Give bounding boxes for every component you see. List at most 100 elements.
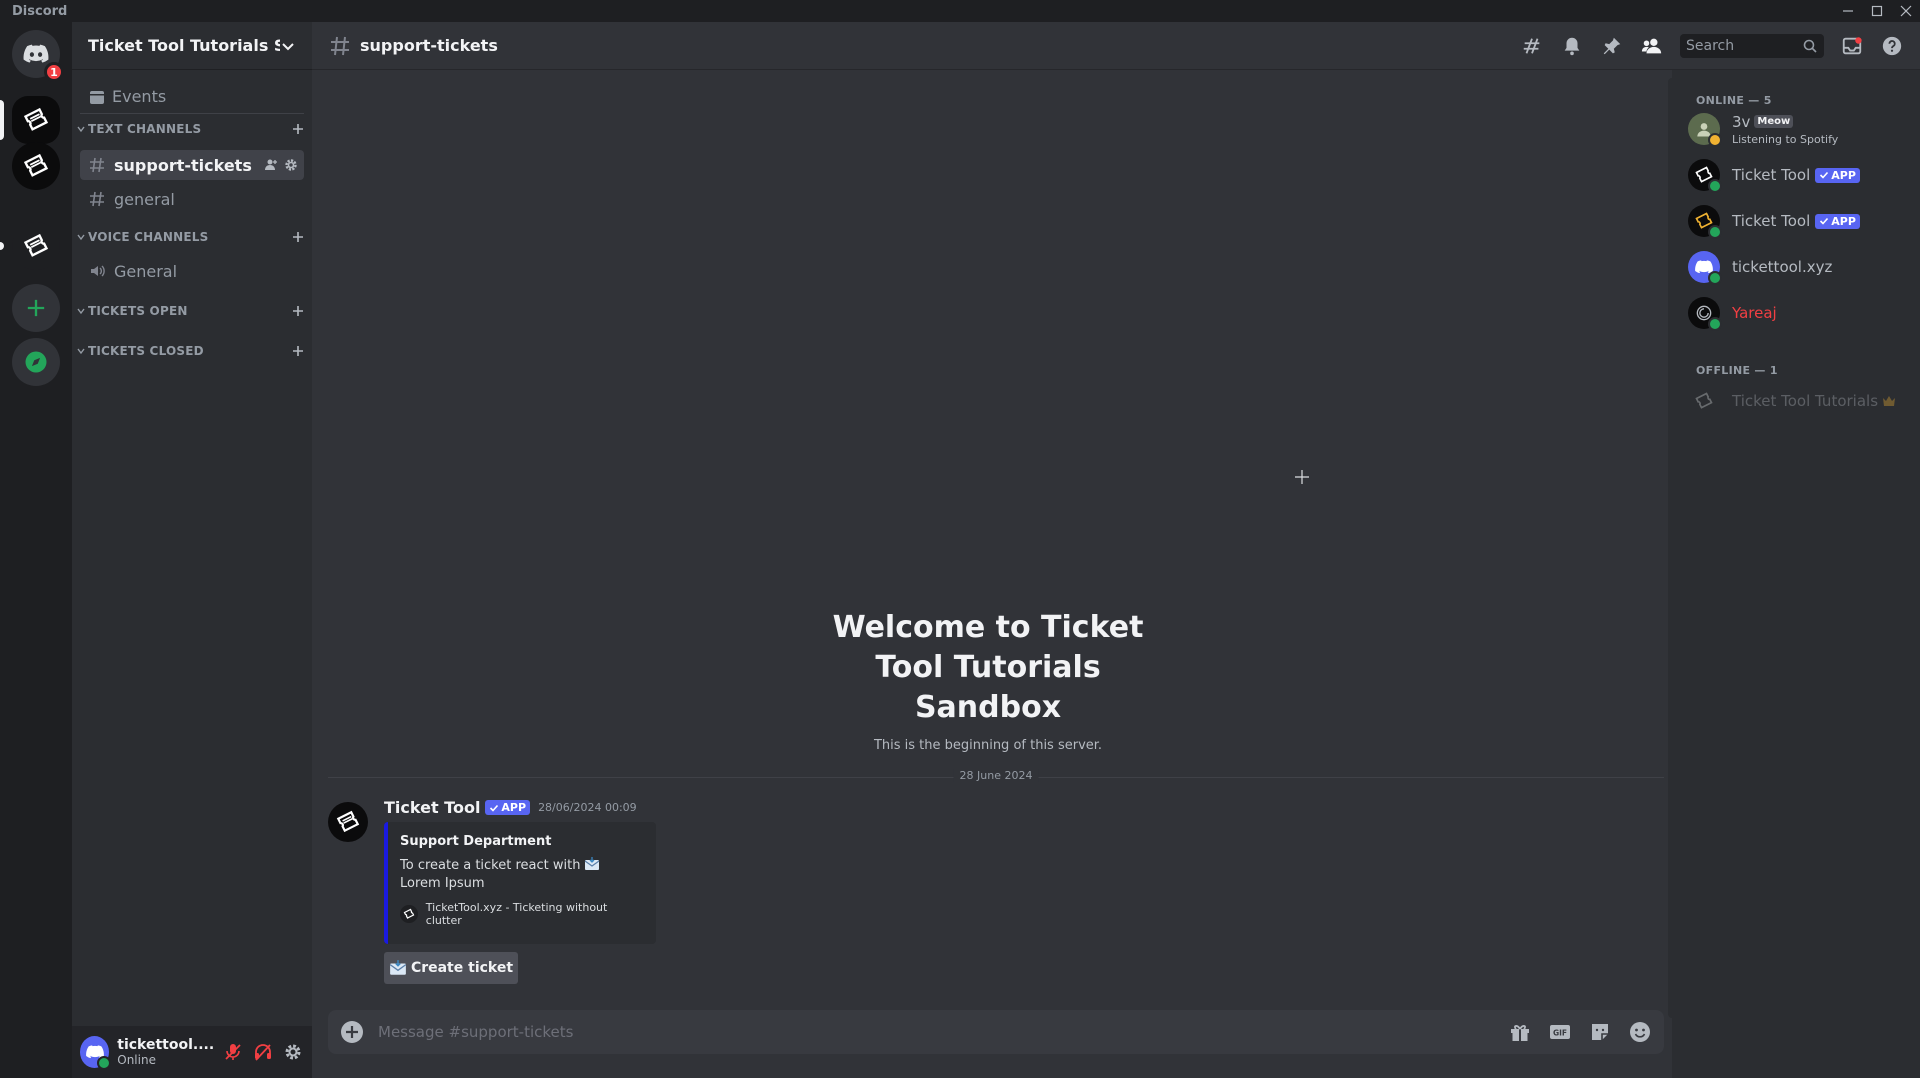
notification-badge: 1 xyxy=(44,62,64,82)
member-3v[interactable]: 3v Meow Listening to Spotify xyxy=(1688,108,1912,150)
threads-button[interactable] xyxy=(1520,34,1544,58)
maximize-icon[interactable] xyxy=(1863,0,1891,22)
create-ticket-button[interactable]: Create ticket xyxy=(384,952,518,984)
date-divider-label: 28 June 2024 xyxy=(953,769,1039,782)
ticket-icon xyxy=(23,153,49,177)
emoji-icon[interactable] xyxy=(1628,1020,1652,1044)
events-link[interactable]: Events xyxy=(80,80,304,114)
avatar[interactable] xyxy=(328,802,368,842)
sticker-icon[interactable] xyxy=(1588,1020,1612,1044)
user-info[interactable]: tickettool.... Online xyxy=(117,1037,214,1067)
ticket-icon xyxy=(23,233,49,257)
member-tickettool-xyz[interactable]: tickettool.xyz xyxy=(1688,246,1912,288)
message-embed: Support Department To create a ticket re… xyxy=(384,822,656,944)
category-voice-channels[interactable]: VOICE CHANNELS xyxy=(76,228,308,246)
gift-icon[interactable] xyxy=(1508,1020,1532,1044)
explore-servers-button[interactable] xyxy=(12,338,60,386)
channel-sidebar: Ticket Tool Tutorials San... Events TEXT… xyxy=(72,22,312,1078)
online-status-dot xyxy=(97,1056,112,1070)
embed-footer-text: TicketTool.xyz - Ticketing without clutt… xyxy=(425,901,608,927)
user-status: Online xyxy=(117,1053,156,1067)
server-name: Ticket Tool Tutorials San... xyxy=(88,36,280,55)
gear-icon[interactable] xyxy=(284,158,298,172)
chevron-down-icon xyxy=(77,348,85,355)
online-status-dot xyxy=(1708,179,1722,193)
compass-icon xyxy=(25,351,47,373)
server-ticket-tool-tutorials[interactable] xyxy=(12,96,60,144)
channel-general[interactable]: general xyxy=(80,184,304,214)
create-channel-icon[interactable] xyxy=(290,229,306,245)
add-attachment-icon[interactable] xyxy=(340,1020,364,1044)
unread-server-pill xyxy=(0,242,4,250)
server-list: 1 xyxy=(0,22,72,1078)
message-timestamp: 28/06/2024 00:09 xyxy=(538,801,637,814)
gif-icon[interactable]: GIF xyxy=(1548,1020,1572,1044)
member-ticket-tool[interactable]: Ticket Tool APP xyxy=(1688,154,1912,196)
avatar xyxy=(1688,159,1722,193)
app-name: Discord xyxy=(12,3,68,19)
search-icon xyxy=(1803,39,1817,53)
welcome-section: Welcome to Ticket Tool Tutorials Sandbox… xyxy=(312,608,1664,753)
member-name: Yareaj xyxy=(1732,304,1777,322)
crosshair-cursor-icon xyxy=(1295,470,1309,484)
selected-server-pill xyxy=(0,100,4,140)
member-name: Ticket Tool Tutorials xyxy=(1732,392,1879,410)
server-header[interactable]: Ticket Tool Tutorials San... xyxy=(72,22,312,70)
channel-label: General xyxy=(114,261,178,281)
speaker-icon xyxy=(91,265,105,277)
embed-footer: TicketTool.xyz - Ticketing without clutt… xyxy=(400,901,644,927)
crown-icon xyxy=(1883,396,1896,406)
add-server-button[interactable] xyxy=(12,284,60,332)
avatar[interactable] xyxy=(80,1036,112,1070)
embed-description: To create a ticket react with Lorem Ipsu… xyxy=(400,857,644,893)
avatar xyxy=(1688,385,1720,417)
search-input[interactable]: Search xyxy=(1680,33,1824,58)
pin-icon xyxy=(1603,37,1621,54)
member-name: Ticket Tool xyxy=(1732,166,1811,184)
pinned-messages-button[interactable] xyxy=(1600,34,1624,58)
member-activity: Listening to Spotify xyxy=(1732,133,1838,146)
message-composer[interactable]: Message #support-tickets GIF xyxy=(328,1010,1664,1054)
direct-messages-button[interactable]: 1 xyxy=(12,30,64,82)
channel-support-tickets[interactable]: support-tickets xyxy=(80,150,304,180)
message-author[interactable]: Ticket Tool xyxy=(384,798,480,817)
member-name: 3v xyxy=(1732,112,1751,131)
message-input[interactable]: Message #support-tickets xyxy=(378,1023,1492,1041)
create-channel-icon[interactable] xyxy=(290,343,306,359)
app-tag-label: APP xyxy=(501,801,527,814)
search-placeholder: Search xyxy=(1686,37,1735,54)
discord-logo-icon xyxy=(23,44,49,63)
member-list-toggle[interactable] xyxy=(1640,34,1664,58)
hash-icon xyxy=(90,191,104,207)
inbox-icon xyxy=(1842,36,1862,54)
app-tag: APP xyxy=(1815,213,1860,229)
category-tickets-closed[interactable]: TICKETS CLOSED xyxy=(76,342,308,360)
user-settings-button[interactable] xyxy=(282,1040,304,1064)
username: tickettool.... xyxy=(117,1037,215,1053)
close-window-icon[interactable] xyxy=(1892,0,1920,22)
inbox-button[interactable] xyxy=(1840,34,1864,58)
server-ticket-tool[interactable] xyxy=(12,142,60,190)
member-ticket-tool-2[interactable]: Ticket Tool APP xyxy=(1688,200,1912,242)
mute-button[interactable] xyxy=(222,1040,244,1064)
calendar-icon xyxy=(90,90,104,104)
member-ticket-tool-tutorials[interactable]: Ticket Tool Tutorials xyxy=(1688,380,1912,422)
member-yareaj[interactable]: Yareaj xyxy=(1688,292,1912,334)
minimize-icon[interactable] xyxy=(1834,0,1862,22)
create-channel-icon[interactable] xyxy=(290,303,306,319)
chevron-down-icon xyxy=(77,234,85,241)
voice-channel-general[interactable]: General xyxy=(80,256,304,286)
create-invite-icon[interactable] xyxy=(264,158,278,172)
help-button[interactable] xyxy=(1880,34,1904,58)
notifications-button[interactable] xyxy=(1560,34,1584,58)
category-text-channels[interactable]: TEXT CHANNELS xyxy=(76,120,308,138)
hash-icon xyxy=(90,157,104,173)
deafen-button[interactable] xyxy=(252,1040,274,1064)
idle-status-dot xyxy=(1708,133,1722,147)
clan-tag: Meow xyxy=(1754,115,1794,128)
category-tickets-open[interactable]: TICKETS OPEN xyxy=(76,302,308,320)
svg-text:GIF: GIF xyxy=(1553,1029,1567,1038)
server-ticket-tool-2[interactable] xyxy=(12,222,60,270)
create-channel-icon[interactable] xyxy=(290,121,306,137)
chat-area: support-tickets Search Welcome to Ticket… xyxy=(312,22,1920,1078)
